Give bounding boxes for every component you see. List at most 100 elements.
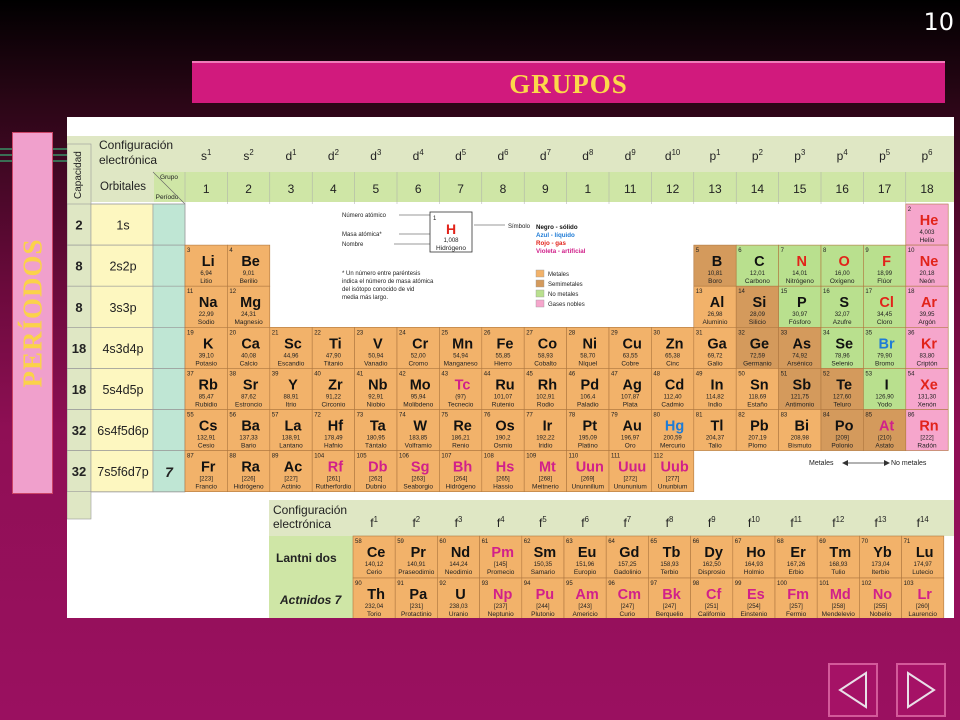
atomic-number: 67 [735, 539, 742, 545]
legend-swatch [535, 289, 545, 298]
group-number: 17 [878, 182, 892, 196]
atomic-mass: [262] [369, 477, 383, 483]
legend-nombre: Nombre [342, 242, 364, 248]
atomic-mass: [145] [494, 562, 508, 568]
element-symbol: Md [830, 587, 851, 603]
atomic-number: 50 [738, 371, 745, 377]
element-name: Oxígeno [830, 278, 855, 285]
row7-marker: 7 [165, 464, 174, 480]
element-symbol: Ag [623, 377, 642, 393]
atomic-mass: [227] [284, 477, 298, 483]
group-number: 11 [624, 182, 637, 196]
atomic-mass: 18,99 [877, 271, 893, 277]
element-symbol: F [882, 254, 891, 270]
element-symbol: Kr [921, 336, 937, 352]
atomic-mass: 10,81 [707, 271, 723, 277]
element-symbol: S [839, 295, 849, 311]
element-name: Argón [918, 319, 936, 326]
atomic-number: 87 [187, 454, 194, 460]
atomic-mass: 54,94 [453, 353, 469, 359]
element-name: Mercurio [660, 443, 686, 450]
element-name: Ununbium [658, 484, 688, 491]
atomic-number: 92 [439, 581, 446, 587]
element-symbol: V [373, 336, 383, 352]
legend-state: Azul - líquido [536, 232, 575, 239]
atomic-mass: 88,91 [283, 394, 299, 400]
atomic-mass: [268] [539, 477, 553, 483]
element-symbol: Uub [661, 460, 689, 476]
atomic-mass: 24,31 [241, 312, 257, 318]
element-name: Nitrógeno [786, 278, 815, 285]
element-symbol: La [285, 419, 303, 435]
periodos-label: PERÍODOS [17, 238, 47, 388]
element-symbol: Cs [199, 419, 218, 435]
element-symbol: Hs [496, 460, 515, 476]
element-symbol: Pa [409, 587, 428, 603]
element-symbol: Gd [619, 545, 639, 561]
atomic-mass: 50,94 [368, 353, 384, 359]
atomic-mass: 65,38 [665, 353, 681, 359]
element-symbol: O [839, 254, 850, 270]
element-symbol: Ba [241, 419, 260, 435]
element-name: Calcio [240, 360, 258, 367]
atomic-mass: 107,87 [621, 394, 640, 400]
element-symbol: Dy [704, 545, 723, 561]
element-symbol: Au [623, 419, 642, 435]
element-name: Uranio [449, 611, 469, 618]
atomic-number: 103 [904, 581, 915, 587]
element-name: Plutonio [531, 611, 555, 618]
legend-category: Metales [548, 272, 569, 278]
atomic-number: 34 [823, 330, 830, 336]
atomic-mass: [209] [836, 436, 850, 442]
element-name: Potasio [195, 360, 217, 367]
element-symbol: Hf [328, 419, 343, 435]
element-name: Iridio [538, 443, 552, 450]
atomic-mass: 34,45 [877, 312, 893, 318]
atomic-number: 74 [399, 413, 406, 419]
atomic-mass: 200,59 [663, 436, 682, 442]
atomic-mass: [272] [624, 477, 638, 483]
atomic-number: 107 [441, 454, 452, 460]
element-name: Volframio [405, 443, 432, 450]
element-name: Teluro [833, 401, 851, 408]
element-name: Germanio [743, 360, 772, 367]
orbital-config: 7s5f6d7p [97, 465, 148, 479]
element-name: Paladio [577, 401, 599, 408]
next-slide-button[interactable] [896, 663, 946, 717]
element-symbol: Yb [873, 545, 892, 561]
prev-slide-button[interactable] [828, 663, 878, 717]
element-name: Hafnio [324, 443, 343, 450]
element-name: Europio [574, 569, 597, 576]
atomic-number: 88 [229, 454, 236, 460]
element-name: Itrio [286, 401, 297, 408]
atomic-mass: 138,91 [282, 436, 301, 442]
atomic-mass: 238,03 [449, 604, 468, 610]
legend-sample-mass: 1,008 [443, 238, 459, 244]
atomic-number: 83 [781, 413, 788, 419]
atomic-number: 47 [611, 371, 618, 377]
atomic-mass: 102,91 [536, 394, 555, 400]
element-name: Disprosio [698, 569, 725, 576]
actinidos-label: Actnidos 7 [279, 593, 343, 607]
element-symbol: As [793, 336, 812, 352]
atomic-mass: [263] [412, 477, 426, 483]
element-name: Carbono [745, 278, 770, 285]
element-name: Tántalo [365, 443, 387, 450]
element-symbol: Y [288, 377, 298, 393]
atomic-mass: [257] [789, 604, 803, 610]
atomic-number: 20 [229, 330, 236, 336]
element-name: Criptón [917, 360, 938, 367]
atomic-mass: [247] [663, 604, 677, 610]
atomic-number: 99 [735, 581, 742, 587]
atomic-mass: 28,09 [750, 312, 766, 318]
element-name: Polonio [831, 443, 853, 450]
legend-numero: Número atómico [342, 213, 387, 219]
element-symbol: Pu [536, 587, 555, 603]
element-symbol: Be [241, 254, 260, 270]
element-name: Fósforo [789, 319, 811, 326]
legend-sample-name: Hidrógeno [436, 245, 466, 252]
atomic-number: 96 [608, 581, 615, 587]
element-name: Níquel [578, 360, 597, 367]
element-name: Cloro [877, 319, 893, 326]
atomic-number: 24 [399, 330, 406, 336]
